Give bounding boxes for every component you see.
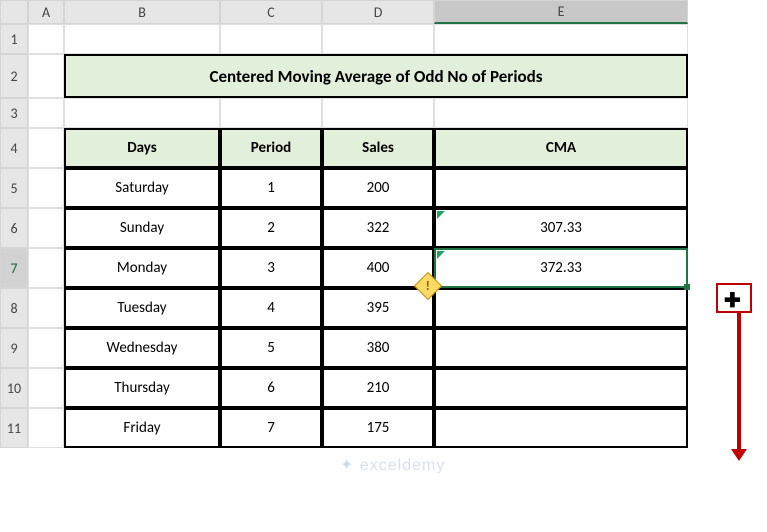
warning-icon: !	[426, 278, 430, 293]
cell-a7[interactable]	[28, 248, 64, 288]
cell-cma-4[interactable]	[434, 328, 688, 368]
cell-day-6[interactable]: Friday	[64, 408, 220, 448]
cell-cma-3[interactable]	[434, 288, 688, 328]
row-header-2[interactable]: 2	[0, 54, 28, 98]
cell-c3[interactable]	[220, 98, 322, 128]
cell-a11[interactable]	[28, 408, 64, 448]
cell-period-4[interactable]: 5	[220, 328, 322, 368]
cell-cma-6[interactable]	[434, 408, 688, 448]
row-header-10[interactable]: 10	[0, 368, 28, 408]
cell-period-2[interactable]: 3	[220, 248, 322, 288]
select-all-corner[interactable]	[0, 0, 28, 24]
header-period[interactable]: Period	[220, 128, 322, 168]
cell-day-3[interactable]: Tuesday	[64, 288, 220, 328]
cell-cma-2-selected[interactable]: 372.33	[434, 248, 688, 288]
cell-cma-1[interactable]: 307.33	[434, 208, 688, 248]
row-header-9[interactable]: 9	[0, 328, 28, 368]
col-header-c[interactable]: C	[220, 0, 322, 24]
title-cell[interactable]: Centered Moving Average of Odd No of Per…	[64, 54, 688, 98]
cell-period-0[interactable]: 1	[220, 168, 322, 208]
cell-c1[interactable]	[220, 24, 322, 54]
cell-e3[interactable]	[434, 98, 688, 128]
cell-sales-5[interactable]: 210	[322, 368, 434, 408]
cell-day-2[interactable]: Monday	[64, 248, 220, 288]
row-header-4[interactable]: 4	[0, 128, 28, 168]
cell-period-3[interactable]: 4	[220, 288, 322, 328]
drag-arrow-icon	[737, 313, 741, 453]
row-header-3[interactable]: 3	[0, 98, 28, 128]
cell-day-0[interactable]: Saturday	[64, 168, 220, 208]
row-header-1[interactable]: 1	[0, 24, 28, 54]
cell-sales-0[interactable]: 200	[322, 168, 434, 208]
cell-b3[interactable]	[64, 98, 220, 128]
cell-a5[interactable]	[28, 168, 64, 208]
cell-a3[interactable]	[28, 98, 64, 128]
cell-a8[interactable]	[28, 288, 64, 328]
cell-d3[interactable]	[322, 98, 434, 128]
col-header-b[interactable]: B	[64, 0, 220, 24]
cell-a6[interactable]	[28, 208, 64, 248]
cell-period-1[interactable]: 2	[220, 208, 322, 248]
cell-period-5[interactable]: 6	[220, 368, 322, 408]
cell-period-6[interactable]: 7	[220, 408, 322, 448]
col-header-d[interactable]: D	[322, 0, 434, 24]
cell-a4[interactable]	[28, 128, 64, 168]
cell-a10[interactable]	[28, 368, 64, 408]
cell-d1[interactable]	[322, 24, 434, 54]
header-days[interactable]: Days	[64, 128, 220, 168]
cell-day-4[interactable]: Wednesday	[64, 328, 220, 368]
row-header-7[interactable]: 7	[0, 248, 28, 288]
cell-day-5[interactable]: Thursday	[64, 368, 220, 408]
fill-handle[interactable]	[684, 284, 690, 290]
cell-sales-1[interactable]: 322	[322, 208, 434, 248]
cell-sales-3[interactable]: 395	[322, 288, 434, 328]
watermark-text: exceldemy	[340, 455, 445, 475]
row-header-5[interactable]: 5	[0, 168, 28, 208]
fill-cursor-icon: ✚	[724, 288, 741, 313]
cell-a9[interactable]	[28, 328, 64, 368]
cell-e1[interactable]	[434, 24, 688, 54]
spreadsheet-grid: A B C D E 1 2 Centered Moving Average of…	[0, 0, 767, 448]
cell-day-1[interactable]: Sunday	[64, 208, 220, 248]
col-header-a[interactable]: A	[28, 0, 64, 24]
cell-cma-5[interactable]	[434, 368, 688, 408]
header-cma[interactable]: CMA	[434, 128, 688, 168]
cell-b1[interactable]	[64, 24, 220, 54]
row-header-11[interactable]: 11	[0, 408, 28, 448]
cell-a1[interactable]	[28, 24, 64, 54]
header-sales[interactable]: Sales	[322, 128, 434, 168]
cell-a2[interactable]	[28, 54, 64, 98]
row-header-6[interactable]: 6	[0, 208, 28, 248]
col-header-e[interactable]: E	[434, 0, 688, 24]
cell-cma-0[interactable]	[434, 168, 688, 208]
cell-cma-2-value: 372.33	[540, 259, 582, 277]
row-header-8[interactable]: 8	[0, 288, 28, 328]
cell-sales-4[interactable]: 380	[322, 328, 434, 368]
cell-sales-6[interactable]: 175	[322, 408, 434, 448]
